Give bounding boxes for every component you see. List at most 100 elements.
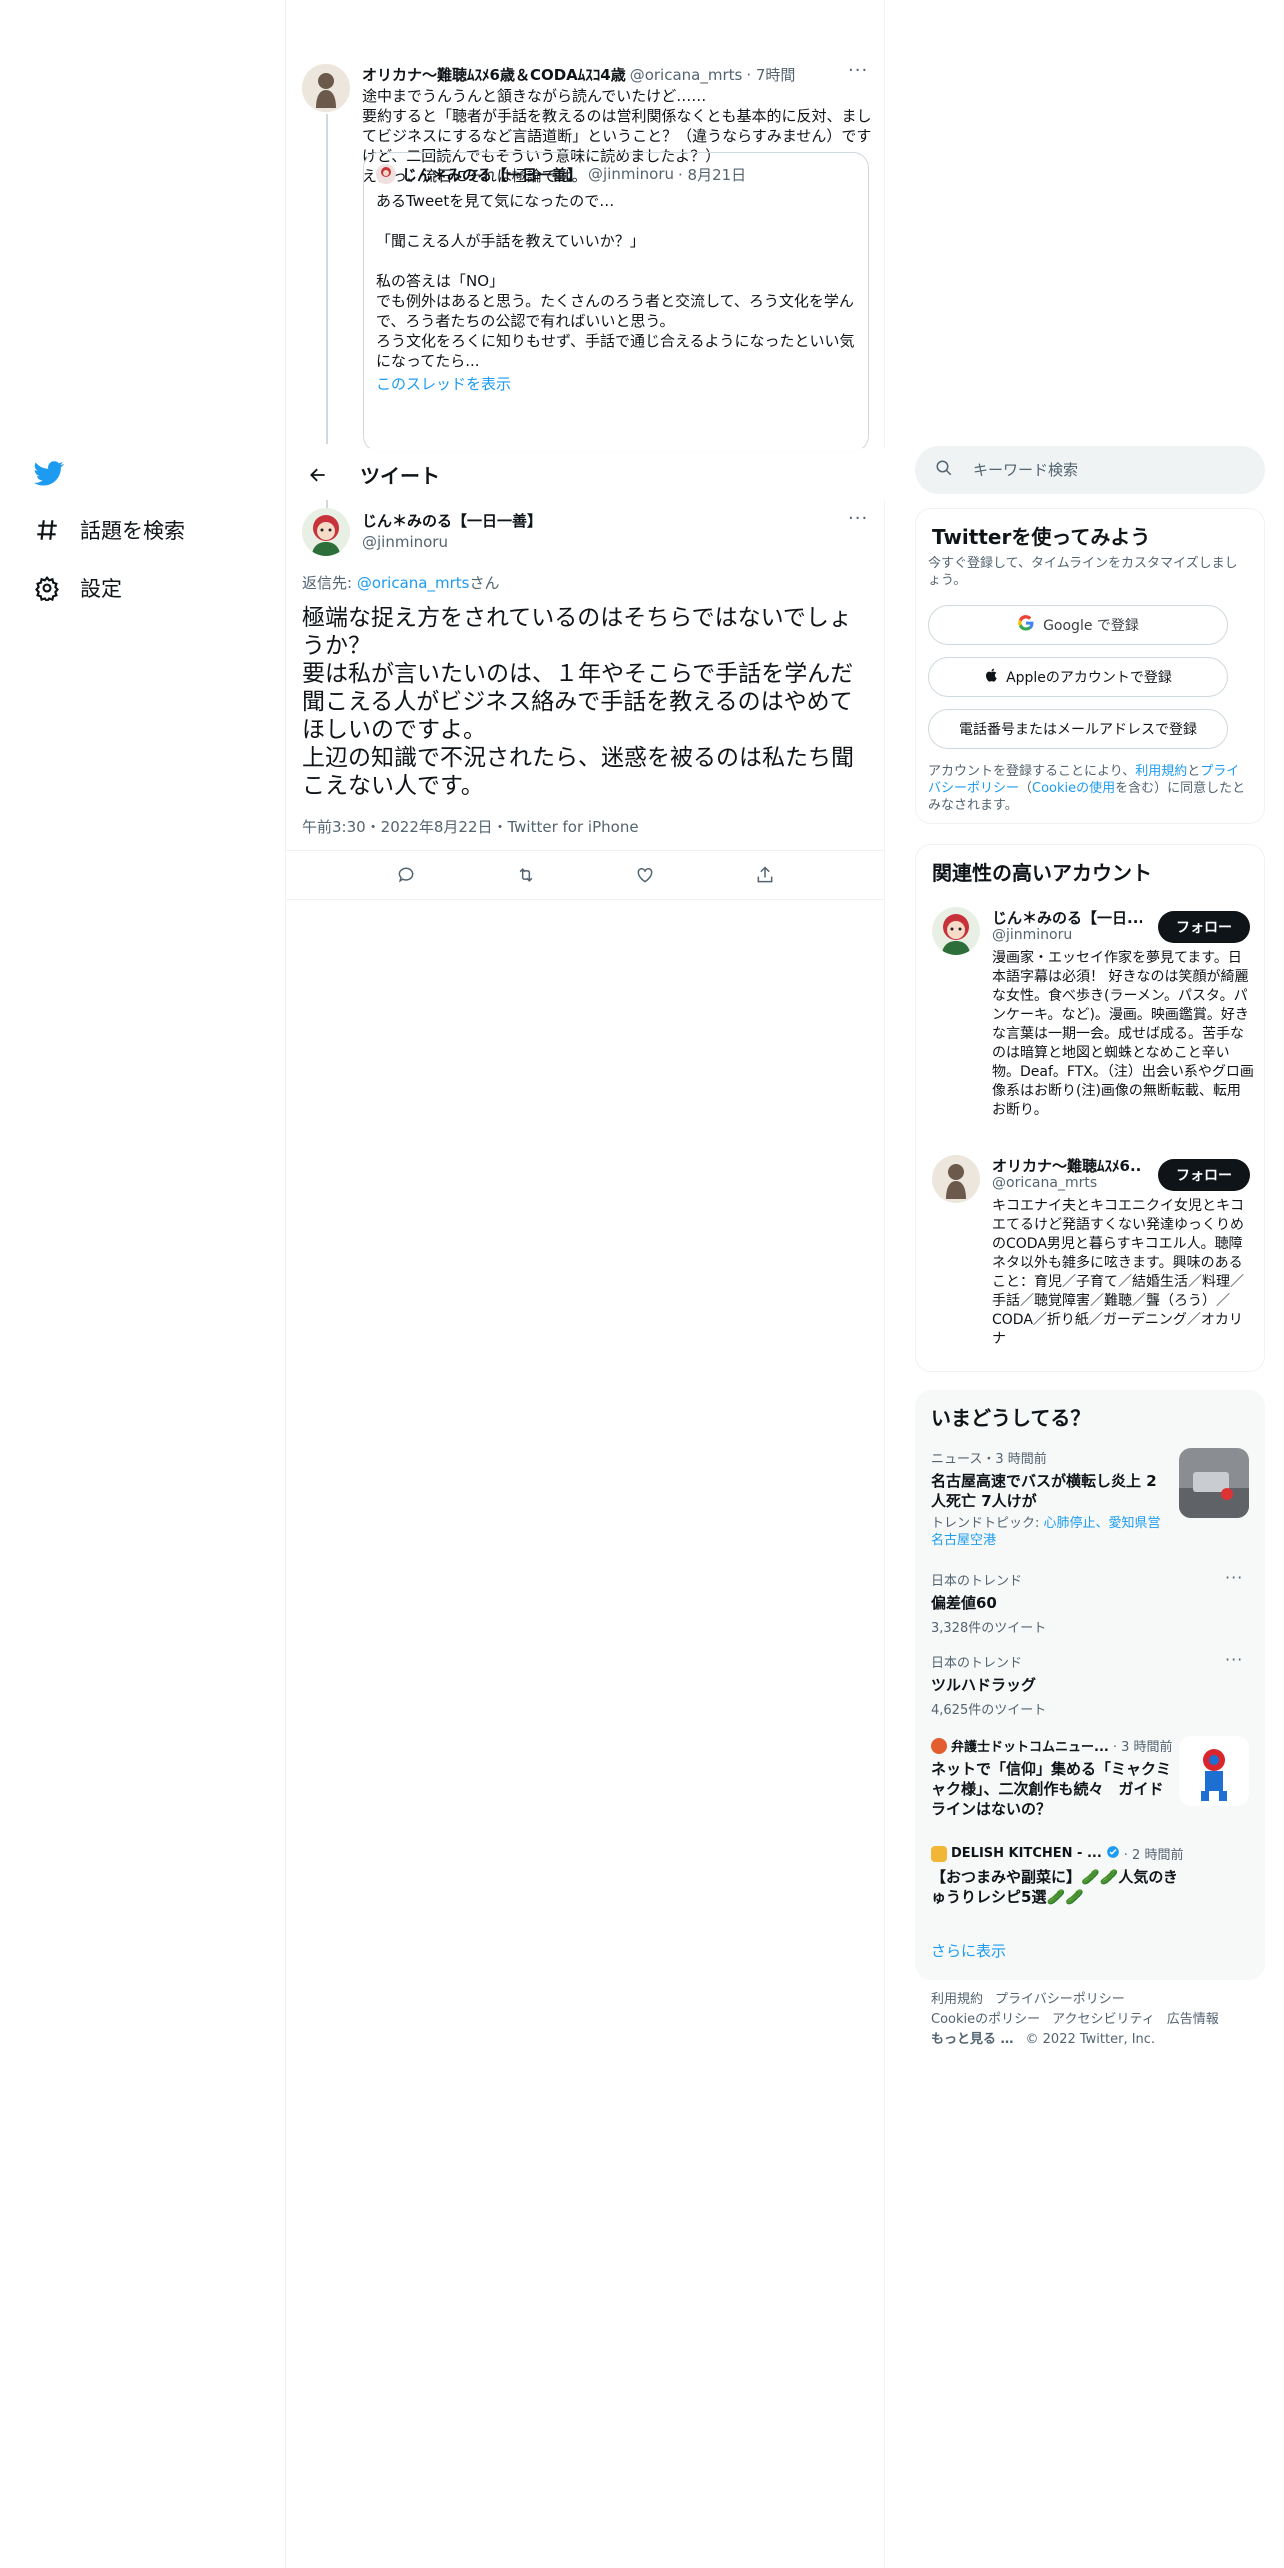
trend-item[interactable]: 日本のトレンド ツルハドラッグ 4,625件のツイート ··· — [931, 1650, 1249, 1718]
signup-title: Twitterを使ってみよう — [932, 525, 1151, 549]
terms-text: アカウントを登録することにより、 — [928, 764, 1136, 779]
news-thumbnail — [1179, 1736, 1249, 1806]
footer-accessibility-link[interactable]: アクセシビリティ — [1052, 2012, 1155, 2027]
follow-button[interactable]: フォロー — [1158, 911, 1250, 943]
account-name[interactable]: じん＊みのる【一日... — [992, 907, 1142, 928]
trend-source: 弁護士ドットコムニュー... — [951, 1740, 1109, 1755]
trend-meta: 日本のトレンド — [931, 1574, 1023, 1589]
left-divider — [285, 0, 286, 2568]
terms-link[interactable]: 利用規約 — [1135, 764, 1187, 779]
like-icon[interactable] — [625, 855, 665, 895]
trend-source: DELISH KITCHEN - ... — [951, 1846, 1102, 1861]
signup-card: Twitterを使ってみよう 今すぐ登録して、タイムラインをカスタマイズしましょ… — [915, 508, 1265, 824]
trend-item[interactable]: 弁護士ドットコムニュー... · 3 時間前 ネットで「信仰」集める「ミャクミャ… — [931, 1736, 1249, 1819]
thread-line — [326, 500, 328, 508]
related-account[interactable]: じん＊みのる【一日... @jinminoru フォロー 漫画家・エッセイ作家を… — [916, 905, 1266, 1135]
account-name[interactable]: オリカナ〜難聴ﾑｽﾒ6... — [992, 1155, 1142, 1176]
avatar[interactable] — [302, 508, 350, 556]
trend-title: ツルハドラッグ — [931, 1676, 1037, 1694]
trend-time: · 2 時間前 — [1123, 1848, 1184, 1863]
google-signup-button[interactable]: Google で登録 — [928, 605, 1228, 645]
footer-terms-link[interactable]: 利用規約 — [931, 1992, 983, 2007]
author-name[interactable]: オリカナ〜難聴ﾑｽﾒ6歳＆CODAﾑｽｺ4歳 — [362, 64, 626, 85]
related-accounts-card: 関連性の高いアカウント じん＊みのる【一日... @jinminoru フォロー… — [915, 844, 1265, 1372]
apple-icon — [984, 667, 1000, 687]
nav-settings-label: 設定 — [80, 577, 122, 601]
trend-item[interactable]: 日本のトレンド 偏差値60 3,328件のツイート ··· — [931, 1568, 1249, 1636]
nav-settings[interactable]: 設定 — [34, 568, 122, 608]
author-block[interactable]: じん＊みのる【一日一善】 @jinminoru — [362, 510, 542, 551]
footer-privacy-link[interactable]: プライバシーポリシー — [995, 1992, 1125, 2007]
source-icon — [931, 1845, 947, 1862]
cookie-link[interactable]: Cookieの使用 — [1032, 781, 1115, 796]
author-handle[interactable]: @oricana_mrts — [630, 66, 743, 84]
gear-icon — [34, 575, 60, 603]
footer-cookie-link[interactable]: Cookieのポリシー — [931, 2012, 1040, 2027]
footer: 利用規約 プライバシーポリシー Cookieのポリシー アクセシビリティ 広告情報 も… — [931, 1990, 1251, 2050]
tweet-text: 極端な捉え方をされているのはそちらではないでしょうか？ 要は私が言いたいのは、１… — [302, 605, 854, 799]
verified-icon — [1106, 1844, 1120, 1863]
google-signup-label: Google で登録 — [1043, 618, 1139, 634]
page-title: ツイート — [360, 464, 440, 488]
more-icon[interactable]: ··· — [848, 508, 868, 529]
show-thread-link[interactable]: このスレッドを表示 — [376, 373, 856, 394]
account-handle[interactable]: @oricana_mrts — [992, 1175, 1097, 1191]
twitter-logo-icon[interactable] — [34, 458, 64, 488]
action-bar — [286, 850, 885, 900]
reply-icon[interactable] — [386, 855, 426, 895]
account-bio: 漫画家・エッセイ作家を夢見てます。日本語字幕は必須！ 好きなのは笑顔が綺麗な女性… — [992, 950, 1254, 1118]
footer-more-link[interactable]: もっと見る … — [931, 2032, 1014, 2047]
quote-time: · 8月21日 — [678, 165, 747, 184]
replying-prefix: 返信先: — [302, 574, 357, 592]
avatar[interactable] — [932, 1155, 980, 1203]
trend-topic: トレンドトピック: 心肺停止、愛知県営名古屋空港 — [931, 1515, 1171, 1549]
retweet-icon[interactable] — [506, 855, 546, 895]
related-account[interactable]: オリカナ〜難聴ﾑｽﾒ6... @oricana_mrts フォロー キコエナイ夫… — [916, 1153, 1266, 1363]
tweet-header: ツイート — [286, 448, 885, 501]
trend-meta: 日本のトレンド — [931, 1656, 1023, 1671]
hashtag-icon — [34, 517, 60, 543]
trend-count: 4,625件のツイート — [931, 1703, 1047, 1718]
more-icon[interactable]: ··· — [848, 60, 868, 81]
avatar[interactable] — [932, 907, 980, 955]
trend-title: 名古屋高速でバスが横転し炎上 2人死亡 7人けが — [931, 1472, 1157, 1510]
search-bar[interactable] — [915, 446, 1265, 494]
nav-explore[interactable]: 話題を検索 — [34, 510, 185, 550]
author-handle[interactable]: @jinminoru — [362, 533, 542, 551]
source-icon — [931, 1737, 947, 1754]
quote-text: あるTweetを見て気になったので… 「聞こえる人が手話を教えていいか？」 私の… — [376, 192, 855, 370]
follow-button[interactable]: フォロー — [1158, 1159, 1250, 1191]
trend-item[interactable]: ニュース・3 時間前 名古屋高速でバスが横転し炎上 2人死亡 7人けが トレンド… — [931, 1448, 1249, 1549]
tweet-timestamp[interactable]: 午前3:30・2022年8月22日・Twitter for iPhone — [302, 816, 639, 837]
back-arrow-icon[interactable] — [298, 455, 338, 495]
replying-suffix: さん — [469, 574, 500, 592]
quoted-tweet-card[interactable]: じん＊みのる【一日一善】 @jinminoru · 8月21日 あるTweetを… — [363, 152, 869, 452]
trend-time: · 3 時間前 — [1112, 1740, 1173, 1755]
share-icon[interactable] — [745, 855, 785, 895]
footer-copyright: © 2022 Twitter, Inc. — [1025, 2032, 1156, 2047]
phone-signup-button[interactable]: 電話番号またはメールアドレスで登録 — [928, 709, 1228, 749]
apple-signup-button[interactable]: Appleのアカウントで登録 — [928, 657, 1228, 697]
search-icon — [935, 459, 953, 481]
avatar[interactable] — [302, 64, 350, 112]
footer-ads-link[interactable]: 広告情報 — [1167, 2012, 1219, 2027]
more-icon[interactable]: ··· — [1225, 1568, 1243, 1587]
more-icon[interactable]: ··· — [1225, 1650, 1243, 1669]
trend-count: 3,328件のツイート — [931, 1621, 1047, 1636]
author-name[interactable]: じん＊みのる【一日一善】 — [362, 510, 542, 531]
search-input[interactable] — [973, 461, 1233, 479]
nav-explore-label: 話題を検索 — [80, 519, 185, 543]
replying-to-link[interactable]: @oricana_mrts — [357, 574, 470, 592]
apple-signup-label: Appleのアカウントで登録 — [1006, 670, 1172, 686]
quote-author-name: じん＊みのる【一日一善】 — [402, 165, 583, 184]
trends-card: いまどうしてる？ ニュース・3 時間前 名古屋高速でバスが横転し炎上 2人死亡 … — [915, 1390, 1265, 1980]
show-more-link[interactable]: さらに表示 — [931, 1940, 1006, 1961]
news-thumbnail — [1179, 1448, 1249, 1518]
related-title: 関連性の高いアカウント — [932, 861, 1152, 885]
trend-item[interactable]: DELISH KITCHEN - ... · 2 時間前 【おつまみや副菜に】🥒… — [931, 1844, 1249, 1907]
right-divider — [884, 0, 885, 2568]
tweet-time[interactable]: · 7時間 — [746, 64, 795, 85]
account-handle[interactable]: @jinminoru — [992, 927, 1072, 943]
google-icon — [1017, 614, 1035, 636]
trends-title: いまどうしてる？ — [931, 1406, 1091, 1430]
